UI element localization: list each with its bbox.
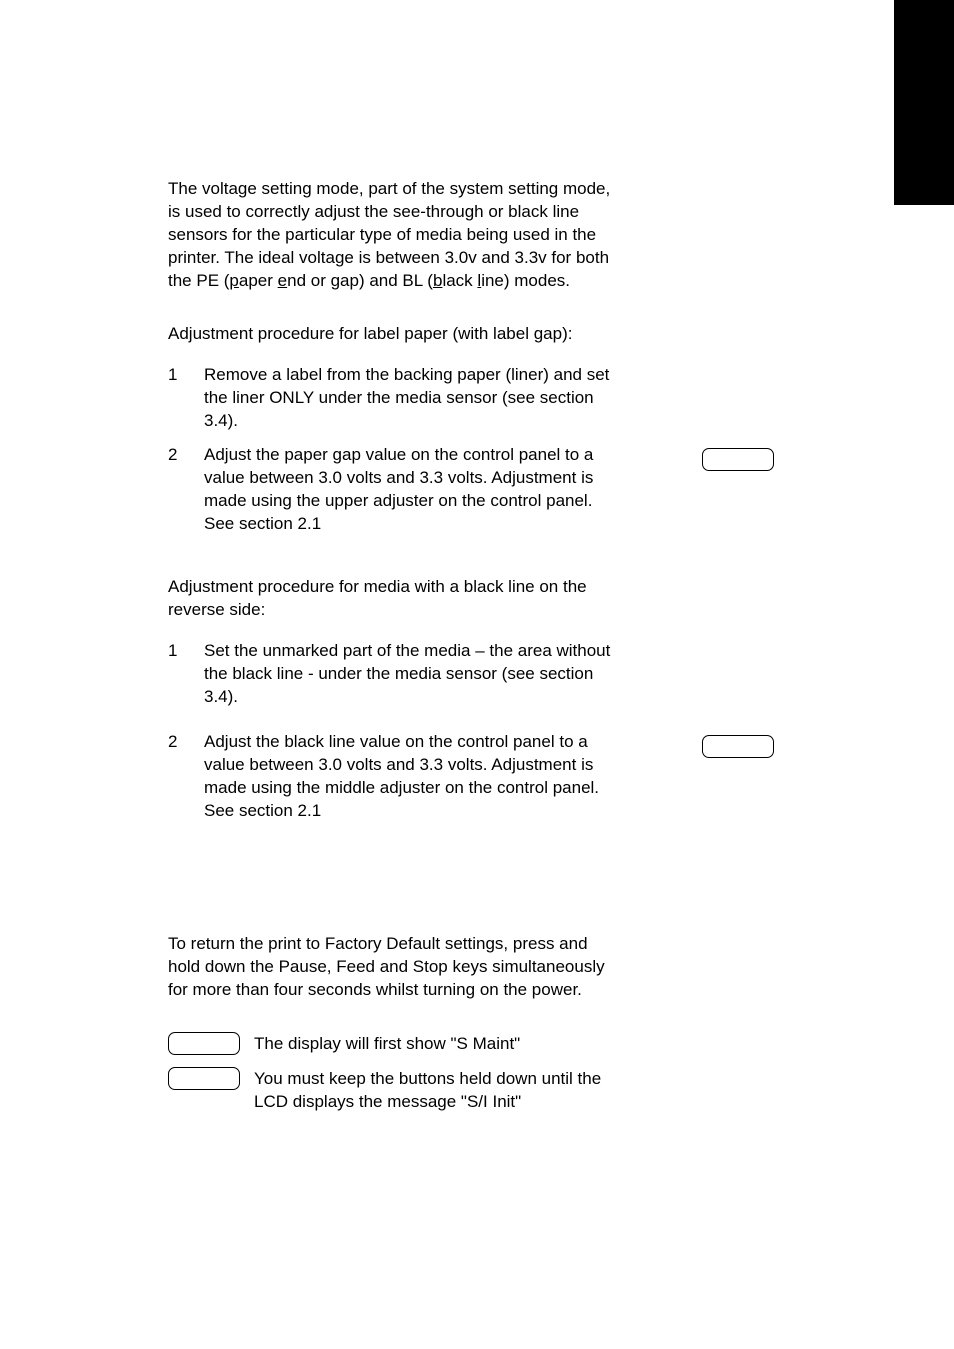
underline-p: p [229, 271, 238, 290]
display-row: The display will first show "S Maint" [168, 1031, 622, 1056]
list-item: 2 Adjust the black line value on the con… [168, 731, 622, 823]
proc1-list: 1 Remove a label from the backing paper … [168, 364, 622, 537]
intro-nd: nd or gap) and BL ( [287, 271, 433, 290]
list-number: 1 [168, 364, 204, 433]
list-number: 2 [168, 731, 204, 823]
list-text: Adjust the black line value on the contr… [204, 731, 619, 823]
lcd-display-icon [702, 735, 774, 758]
list-item: 1 Remove a label from the backing paper … [168, 364, 622, 433]
display-row-text: The display will first show "S Maint" [254, 1031, 622, 1056]
list-text: Adjust the paper gap value on the contro… [204, 444, 619, 536]
list-text: Set the unmarked part of the media – the… [204, 640, 622, 709]
list-number: 2 [168, 444, 204, 536]
voltage-intro-paragraph: The voltage setting mode, part of the sy… [168, 178, 622, 293]
display-row: You must keep the buttons held down unti… [168, 1066, 622, 1114]
factory-default-intro: To return the print to Factory Default s… [168, 933, 622, 1002]
list-text: Remove a label from the backing paper (l… [204, 364, 622, 433]
list-item: 1 Set the unmarked part of the media – t… [168, 640, 622, 709]
proc2-heading: Adjustment procedure for media with a bl… [168, 576, 622, 622]
lcd-display-icon [168, 1032, 240, 1055]
display-row-text: You must keep the buttons held down unti… [254, 1066, 622, 1114]
factory-default-section: To return the print to Factory Default s… [168, 933, 622, 1115]
proc1-heading: Adjustment procedure for label paper (wi… [168, 323, 622, 346]
side-tab-black [894, 0, 954, 205]
lcd-display-icon [168, 1067, 240, 1090]
proc2-list: 1 Set the unmarked part of the media – t… [168, 640, 622, 823]
intro-lack: lack [442, 271, 477, 290]
intro-suffix: ine) modes. [481, 271, 570, 290]
underline-e: e [278, 271, 287, 290]
page-content: The voltage setting mode, part of the sy… [0, 0, 790, 1114]
lcd-display-icon [702, 448, 774, 471]
intro-aper: aper [239, 271, 278, 290]
list-number: 1 [168, 640, 204, 709]
list-item: 2 Adjust the paper gap value on the cont… [168, 444, 622, 536]
